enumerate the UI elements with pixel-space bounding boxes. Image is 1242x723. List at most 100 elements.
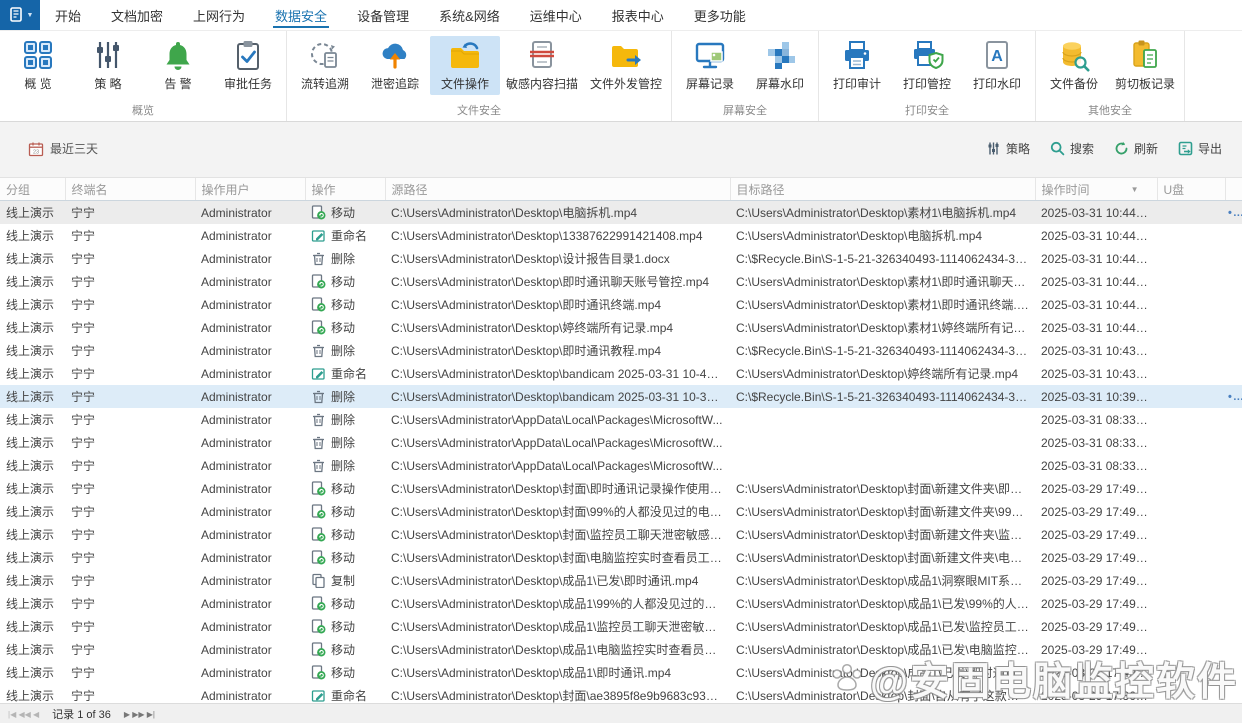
table-row[interactable]: 线上演示 宁宁 Administrator 删除 C:\Users\Administra…	[0, 385, 1242, 408]
cell-terminal: 宁宁	[71, 321, 96, 335]
cell-user: Administrator	[201, 642, 272, 657]
ribbon-button-文件外发管控[interactable]: 文件外发管控	[584, 36, 668, 95]
ribbon-button-策略[interactable]: 策 略	[73, 36, 143, 95]
cell-source-path: C:\Users\Administrator\Desktop\婷终端所有记录.m…	[391, 321, 674, 335]
column-header-U盘[interactable]: U盘	[1157, 178, 1226, 201]
cell-terminal: 宁宁	[71, 528, 96, 542]
pager-left-1[interactable]: |◀	[8, 710, 18, 719]
tab-4[interactable]: 数据安全	[260, 0, 342, 30]
table-row[interactable]: 线上演示 宁宁 Administrator 重命名 C:\Users\Administr…	[0, 362, 1242, 385]
tab-2[interactable]: 文档加密	[96, 0, 178, 30]
table-row[interactable]: 线上演示 宁宁 Administrator 移动 C:\Users\Administra…	[0, 270, 1242, 293]
table-row[interactable]: 线上演示 宁宁 Administrator 移动 C:\Users\Administra…	[0, 661, 1242, 684]
table-row[interactable]: 线上演示 宁宁 Administrator 重命名 C:\Users\Administr…	[0, 224, 1242, 247]
toolbar-action-刷新[interactable]: 刷新	[1114, 140, 1158, 157]
ribbon-button-泄密追踪[interactable]: 泄密追踪	[360, 36, 430, 95]
table-row[interactable]: 线上演示 宁宁 Administrator 复制 C:\Users\Administra…	[0, 569, 1242, 592]
operation-label: 复制	[331, 574, 356, 588]
table-row[interactable]: 线上演示 宁宁 Administrator 移动 C:\Users\Administra…	[0, 638, 1242, 661]
row-more-actions-button	[1225, 546, 1242, 569]
pager-right-1[interactable]: ▶	[124, 710, 132, 719]
tab-1[interactable]: 开始	[40, 0, 96, 30]
date-range-filter[interactable]: 23 最近三天	[28, 140, 98, 157]
cell-time: 2025-03-29 17:49:55	[1041, 527, 1153, 542]
ribbon-button-告警[interactable]: 告 警	[143, 36, 213, 95]
table-row[interactable]: 线上演示 宁宁 Administrator 删除 C:\Users\Administra…	[0, 431, 1242, 454]
table-row[interactable]: 线上演示 宁宁 Administrator 移动 C:\Users\Administra…	[0, 200, 1242, 225]
toolbar-action-策略[interactable]: 策略	[986, 140, 1030, 157]
ribbon-button-文件备份[interactable]: 文件备份	[1039, 36, 1109, 95]
cell-source-path: C:\Users\Administrator\Desktop\成品1\监控员工聊…	[391, 620, 730, 634]
cell-user: Administrator	[201, 205, 272, 220]
tab-7[interactable]: 运维中心	[515, 0, 597, 30]
pager-right-3[interactable]: ▶|	[147, 710, 155, 719]
ribbon-group-3: 屏幕记录 屏幕水印屏幕安全	[672, 31, 820, 121]
ribbon-button-打印管控[interactable]: 打印管控	[892, 36, 962, 95]
ribbon-button-屏幕记录[interactable]: 屏幕记录	[675, 36, 745, 95]
ribbon-group-label: 屏幕安全	[723, 105, 768, 117]
ribbon-button-文件操作[interactable]: 文件操作	[430, 36, 500, 95]
trace-cycle-icon	[308, 38, 342, 72]
table-row[interactable]: 线上演示 宁宁 Administrator 移动 C:\Users\Administra…	[0, 615, 1242, 638]
ribbon-button-打印水印[interactable]: A 打印水印	[962, 36, 1032, 95]
ribbon-button-剪切板记录[interactable]: 剪切板记录	[1109, 36, 1181, 95]
table-row[interactable]: 线上演示 宁宁 Administrator 删除 C:\Users\Administra…	[0, 454, 1242, 477]
cell-operation: 移动	[305, 523, 385, 546]
column-header-源路径[interactable]: 源路径	[385, 178, 731, 201]
row-more-actions-button[interactable]: •••	[1225, 385, 1242, 408]
toolbar-action-搜索[interactable]: 搜索	[1050, 140, 1094, 157]
toolbar-action-导出[interactable]: 导出	[1178, 140, 1222, 157]
pager-right-2[interactable]: ▶▶	[132, 710, 147, 719]
column-header-label: 目标路径	[736, 182, 785, 197]
ribbon-button-概览[interactable]: 概 览	[3, 36, 73, 95]
tab-5[interactable]: 设备管理	[342, 0, 424, 30]
tab-3[interactable]: 上网行为	[178, 0, 260, 30]
cell-usb	[1157, 661, 1225, 684]
tab-9[interactable]: 更多功能	[679, 0, 761, 30]
ribbon-button-流转追溯[interactable]: 流转追溯	[290, 36, 360, 95]
column-header-终端名[interactable]: 终端名	[65, 178, 196, 201]
table-row[interactable]: 线上演示 宁宁 Administrator 移动 C:\Users\Administra…	[0, 592, 1242, 615]
cell-user: Administrator	[201, 458, 272, 473]
cell-user: Administrator	[201, 481, 272, 496]
cell-user: Administrator	[201, 343, 272, 358]
pager-left-2[interactable]: ◀◀	[18, 710, 33, 719]
cell-usb	[1157, 270, 1225, 293]
ribbon-button-label: 流转追溯	[300, 77, 349, 91]
cell-group: 线上演示	[6, 482, 55, 496]
table-row[interactable]: 线上演示 宁宁 Administrator 移动 C:\Users\Administra…	[0, 546, 1242, 569]
column-header-label: U盘	[1163, 182, 1185, 197]
table-row[interactable]: 线上演示 宁宁 Administrator 移动 C:\Users\Administra…	[0, 523, 1242, 546]
table-row[interactable]: 线上演示 宁宁 Administrator 移动 C:\Users\Administra…	[0, 316, 1242, 339]
ribbon-button-屏幕水印[interactable]: 屏幕水印	[745, 36, 815, 95]
app-menu-button[interactable]: ▼	[0, 0, 40, 30]
table-row[interactable]: 线上演示 宁宁 Administrator 删除 C:\Users\Administra…	[0, 408, 1242, 431]
column-header-actions[interactable]	[1225, 178, 1242, 201]
table-row[interactable]: 线上演示 宁宁 Administrator 删除 C:\Users\Administra…	[0, 339, 1242, 362]
ribbon-button-打印审计[interactable]: 打印审计	[822, 36, 892, 95]
table-row[interactable]: 线上演示 宁宁 Administrator 移动 C:\Users\Administra…	[0, 477, 1242, 500]
delete-icon	[311, 435, 326, 450]
policy-sliders-icon	[91, 38, 125, 72]
table-row[interactable]: 线上演示 宁宁 Administrator 移动 C:\Users\Administra…	[0, 293, 1242, 316]
column-filter-caret-icon[interactable]: ▼	[1131, 185, 1139, 194]
operation-label: 删除	[331, 252, 356, 266]
file-operations-table: 分组 终端名 操作用户 操作 源路径 目标路径 操作时间 ▼ U盘 线上演示 宁宁 Administ…	[0, 178, 1242, 707]
cell-usb	[1157, 615, 1225, 638]
tab-8[interactable]: 报表中心	[597, 0, 679, 30]
ribbon-button-敏感内容扫描[interactable]: 敏感内容扫描	[500, 36, 584, 95]
cell-user: Administrator	[201, 366, 272, 381]
column-header-操作时间[interactable]: 操作时间 ▼	[1035, 178, 1158, 201]
table-row[interactable]: 线上演示 宁宁 Administrator 移动 C:\Users\Administra…	[0, 500, 1242, 523]
column-header-分组[interactable]: 分组	[0, 178, 66, 201]
table-row[interactable]: 线上演示 宁宁 Administrator 删除 C:\Users\Administra…	[0, 247, 1242, 270]
pager-left-3[interactable]: ◀	[33, 710, 39, 719]
column-header-操作用户[interactable]: 操作用户	[195, 178, 306, 201]
rename-icon	[311, 366, 326, 381]
row-more-actions-button[interactable]: •••	[1225, 201, 1242, 225]
column-header-目标路径[interactable]: 目标路径	[730, 178, 1036, 201]
cell-operation: 重命名	[305, 362, 385, 385]
tab-6[interactable]: 系统&网络	[424, 0, 515, 30]
ribbon-button-审批任务[interactable]: 审批任务	[213, 36, 283, 95]
column-header-操作[interactable]: 操作	[305, 178, 386, 201]
